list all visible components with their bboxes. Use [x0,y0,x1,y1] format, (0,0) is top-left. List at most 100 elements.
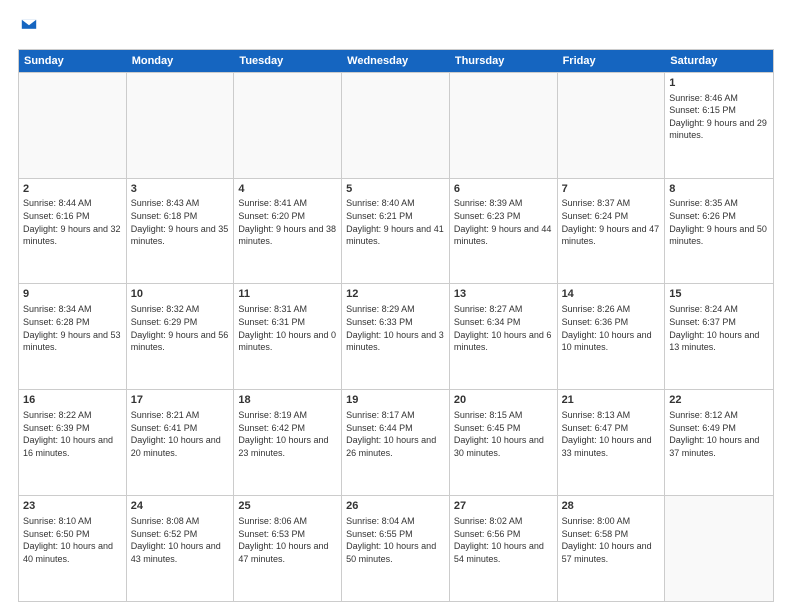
calendar-row-3: 16Sunrise: 8:22 AM Sunset: 6:39 PM Dayli… [19,389,773,495]
day-number: 6 [454,182,553,197]
cell-info: Sunrise: 8:44 AM Sunset: 6:16 PM Dayligh… [23,197,122,247]
calendar-cell: 6Sunrise: 8:39 AM Sunset: 6:23 PM Daylig… [450,179,558,284]
calendar-cell: 10Sunrise: 8:32 AM Sunset: 6:29 PM Dayli… [127,284,235,389]
calendar-cell: 3Sunrise: 8:43 AM Sunset: 6:18 PM Daylig… [127,179,235,284]
day-number: 18 [238,393,337,408]
header-day-thursday: Thursday [450,50,558,72]
calendar-cell: 13Sunrise: 8:27 AM Sunset: 6:34 PM Dayli… [450,284,558,389]
day-number: 16 [23,393,122,408]
calendar-cell: 26Sunrise: 8:04 AM Sunset: 6:55 PM Dayli… [342,496,450,601]
cell-info: Sunrise: 8:13 AM Sunset: 6:47 PM Dayligh… [562,409,661,459]
calendar-cell: 11Sunrise: 8:31 AM Sunset: 6:31 PM Dayli… [234,284,342,389]
calendar-cell: 9Sunrise: 8:34 AM Sunset: 6:28 PM Daylig… [19,284,127,389]
calendar-cell: 17Sunrise: 8:21 AM Sunset: 6:41 PM Dayli… [127,390,235,495]
day-number: 27 [454,499,553,514]
header [18,18,774,41]
cell-info: Sunrise: 8:41 AM Sunset: 6:20 PM Dayligh… [238,197,337,247]
calendar-cell: 27Sunrise: 8:02 AM Sunset: 6:56 PM Dayli… [450,496,558,601]
cell-info: Sunrise: 8:43 AM Sunset: 6:18 PM Dayligh… [131,197,230,247]
day-number: 2 [23,182,122,197]
day-number: 8 [669,182,769,197]
day-number: 25 [238,499,337,514]
header-day-saturday: Saturday [665,50,773,72]
day-number: 11 [238,287,337,302]
calendar-cell [234,73,342,178]
day-number: 15 [669,287,769,302]
calendar-cell: 2Sunrise: 8:44 AM Sunset: 6:16 PM Daylig… [19,179,127,284]
cell-info: Sunrise: 8:21 AM Sunset: 6:41 PM Dayligh… [131,409,230,459]
calendar-cell: 18Sunrise: 8:19 AM Sunset: 6:42 PM Dayli… [234,390,342,495]
day-number: 23 [23,499,122,514]
header-day-monday: Monday [127,50,235,72]
cell-info: Sunrise: 8:34 AM Sunset: 6:28 PM Dayligh… [23,303,122,353]
calendar-cell: 20Sunrise: 8:15 AM Sunset: 6:45 PM Dayli… [450,390,558,495]
logo-text [18,18,38,41]
logo-flag-icon [20,18,38,36]
day-number: 5 [346,182,445,197]
calendar-cell [127,73,235,178]
calendar-cell: 14Sunrise: 8:26 AM Sunset: 6:36 PM Dayli… [558,284,666,389]
cell-info: Sunrise: 8:02 AM Sunset: 6:56 PM Dayligh… [454,515,553,565]
cell-info: Sunrise: 8:46 AM Sunset: 6:15 PM Dayligh… [669,92,769,142]
cell-info: Sunrise: 8:19 AM Sunset: 6:42 PM Dayligh… [238,409,337,459]
cell-info: Sunrise: 8:40 AM Sunset: 6:21 PM Dayligh… [346,197,445,247]
day-number: 4 [238,182,337,197]
calendar-header: SundayMondayTuesdayWednesdayThursdayFrid… [19,50,773,72]
header-day-wednesday: Wednesday [342,50,450,72]
calendar-cell [450,73,558,178]
header-day-friday: Friday [558,50,666,72]
day-number: 7 [562,182,661,197]
logo [18,18,38,41]
calendar-cell: 19Sunrise: 8:17 AM Sunset: 6:44 PM Dayli… [342,390,450,495]
calendar-cell: 1Sunrise: 8:46 AM Sunset: 6:15 PM Daylig… [665,73,773,178]
calendar-cell: 25Sunrise: 8:06 AM Sunset: 6:53 PM Dayli… [234,496,342,601]
cell-info: Sunrise: 8:27 AM Sunset: 6:34 PM Dayligh… [454,303,553,353]
cell-info: Sunrise: 8:06 AM Sunset: 6:53 PM Dayligh… [238,515,337,565]
header-day-sunday: Sunday [19,50,127,72]
day-number: 20 [454,393,553,408]
calendar-cell: 16Sunrise: 8:22 AM Sunset: 6:39 PM Dayli… [19,390,127,495]
calendar-cell: 15Sunrise: 8:24 AM Sunset: 6:37 PM Dayli… [665,284,773,389]
cell-info: Sunrise: 8:24 AM Sunset: 6:37 PM Dayligh… [669,303,769,353]
cell-info: Sunrise: 8:39 AM Sunset: 6:23 PM Dayligh… [454,197,553,247]
cell-info: Sunrise: 8:15 AM Sunset: 6:45 PM Dayligh… [454,409,553,459]
day-number: 14 [562,287,661,302]
calendar-cell: 21Sunrise: 8:13 AM Sunset: 6:47 PM Dayli… [558,390,666,495]
cell-info: Sunrise: 8:22 AM Sunset: 6:39 PM Dayligh… [23,409,122,459]
cell-info: Sunrise: 8:31 AM Sunset: 6:31 PM Dayligh… [238,303,337,353]
cell-info: Sunrise: 8:12 AM Sunset: 6:49 PM Dayligh… [669,409,769,459]
cell-info: Sunrise: 8:32 AM Sunset: 6:29 PM Dayligh… [131,303,230,353]
day-number: 10 [131,287,230,302]
calendar-row-2: 9Sunrise: 8:34 AM Sunset: 6:28 PM Daylig… [19,283,773,389]
cell-info: Sunrise: 8:04 AM Sunset: 6:55 PM Dayligh… [346,515,445,565]
calendar-cell [558,73,666,178]
calendar-row-4: 23Sunrise: 8:10 AM Sunset: 6:50 PM Dayli… [19,495,773,601]
calendar-cell: 4Sunrise: 8:41 AM Sunset: 6:20 PM Daylig… [234,179,342,284]
page: SundayMondayTuesdayWednesdayThursdayFrid… [0,0,792,612]
calendar-row-1: 2Sunrise: 8:44 AM Sunset: 6:16 PM Daylig… [19,178,773,284]
calendar-cell: 28Sunrise: 8:00 AM Sunset: 6:58 PM Dayli… [558,496,666,601]
calendar-cell: 7Sunrise: 8:37 AM Sunset: 6:24 PM Daylig… [558,179,666,284]
cell-info: Sunrise: 8:17 AM Sunset: 6:44 PM Dayligh… [346,409,445,459]
day-number: 17 [131,393,230,408]
day-number: 19 [346,393,445,408]
calendar-cell [342,73,450,178]
calendar-cell: 24Sunrise: 8:08 AM Sunset: 6:52 PM Dayli… [127,496,235,601]
day-number: 9 [23,287,122,302]
calendar-cell: 8Sunrise: 8:35 AM Sunset: 6:26 PM Daylig… [665,179,773,284]
day-number: 12 [346,287,445,302]
cell-info: Sunrise: 8:10 AM Sunset: 6:50 PM Dayligh… [23,515,122,565]
day-number: 24 [131,499,230,514]
day-number: 13 [454,287,553,302]
day-number: 3 [131,182,230,197]
calendar-cell [19,73,127,178]
day-number: 1 [669,76,769,91]
cell-info: Sunrise: 8:26 AM Sunset: 6:36 PM Dayligh… [562,303,661,353]
calendar-cell: 5Sunrise: 8:40 AM Sunset: 6:21 PM Daylig… [342,179,450,284]
cell-info: Sunrise: 8:37 AM Sunset: 6:24 PM Dayligh… [562,197,661,247]
calendar-row-0: 1Sunrise: 8:46 AM Sunset: 6:15 PM Daylig… [19,72,773,178]
day-number: 21 [562,393,661,408]
calendar-cell: 23Sunrise: 8:10 AM Sunset: 6:50 PM Dayli… [19,496,127,601]
calendar-cell: 22Sunrise: 8:12 AM Sunset: 6:49 PM Dayli… [665,390,773,495]
cell-info: Sunrise: 8:08 AM Sunset: 6:52 PM Dayligh… [131,515,230,565]
